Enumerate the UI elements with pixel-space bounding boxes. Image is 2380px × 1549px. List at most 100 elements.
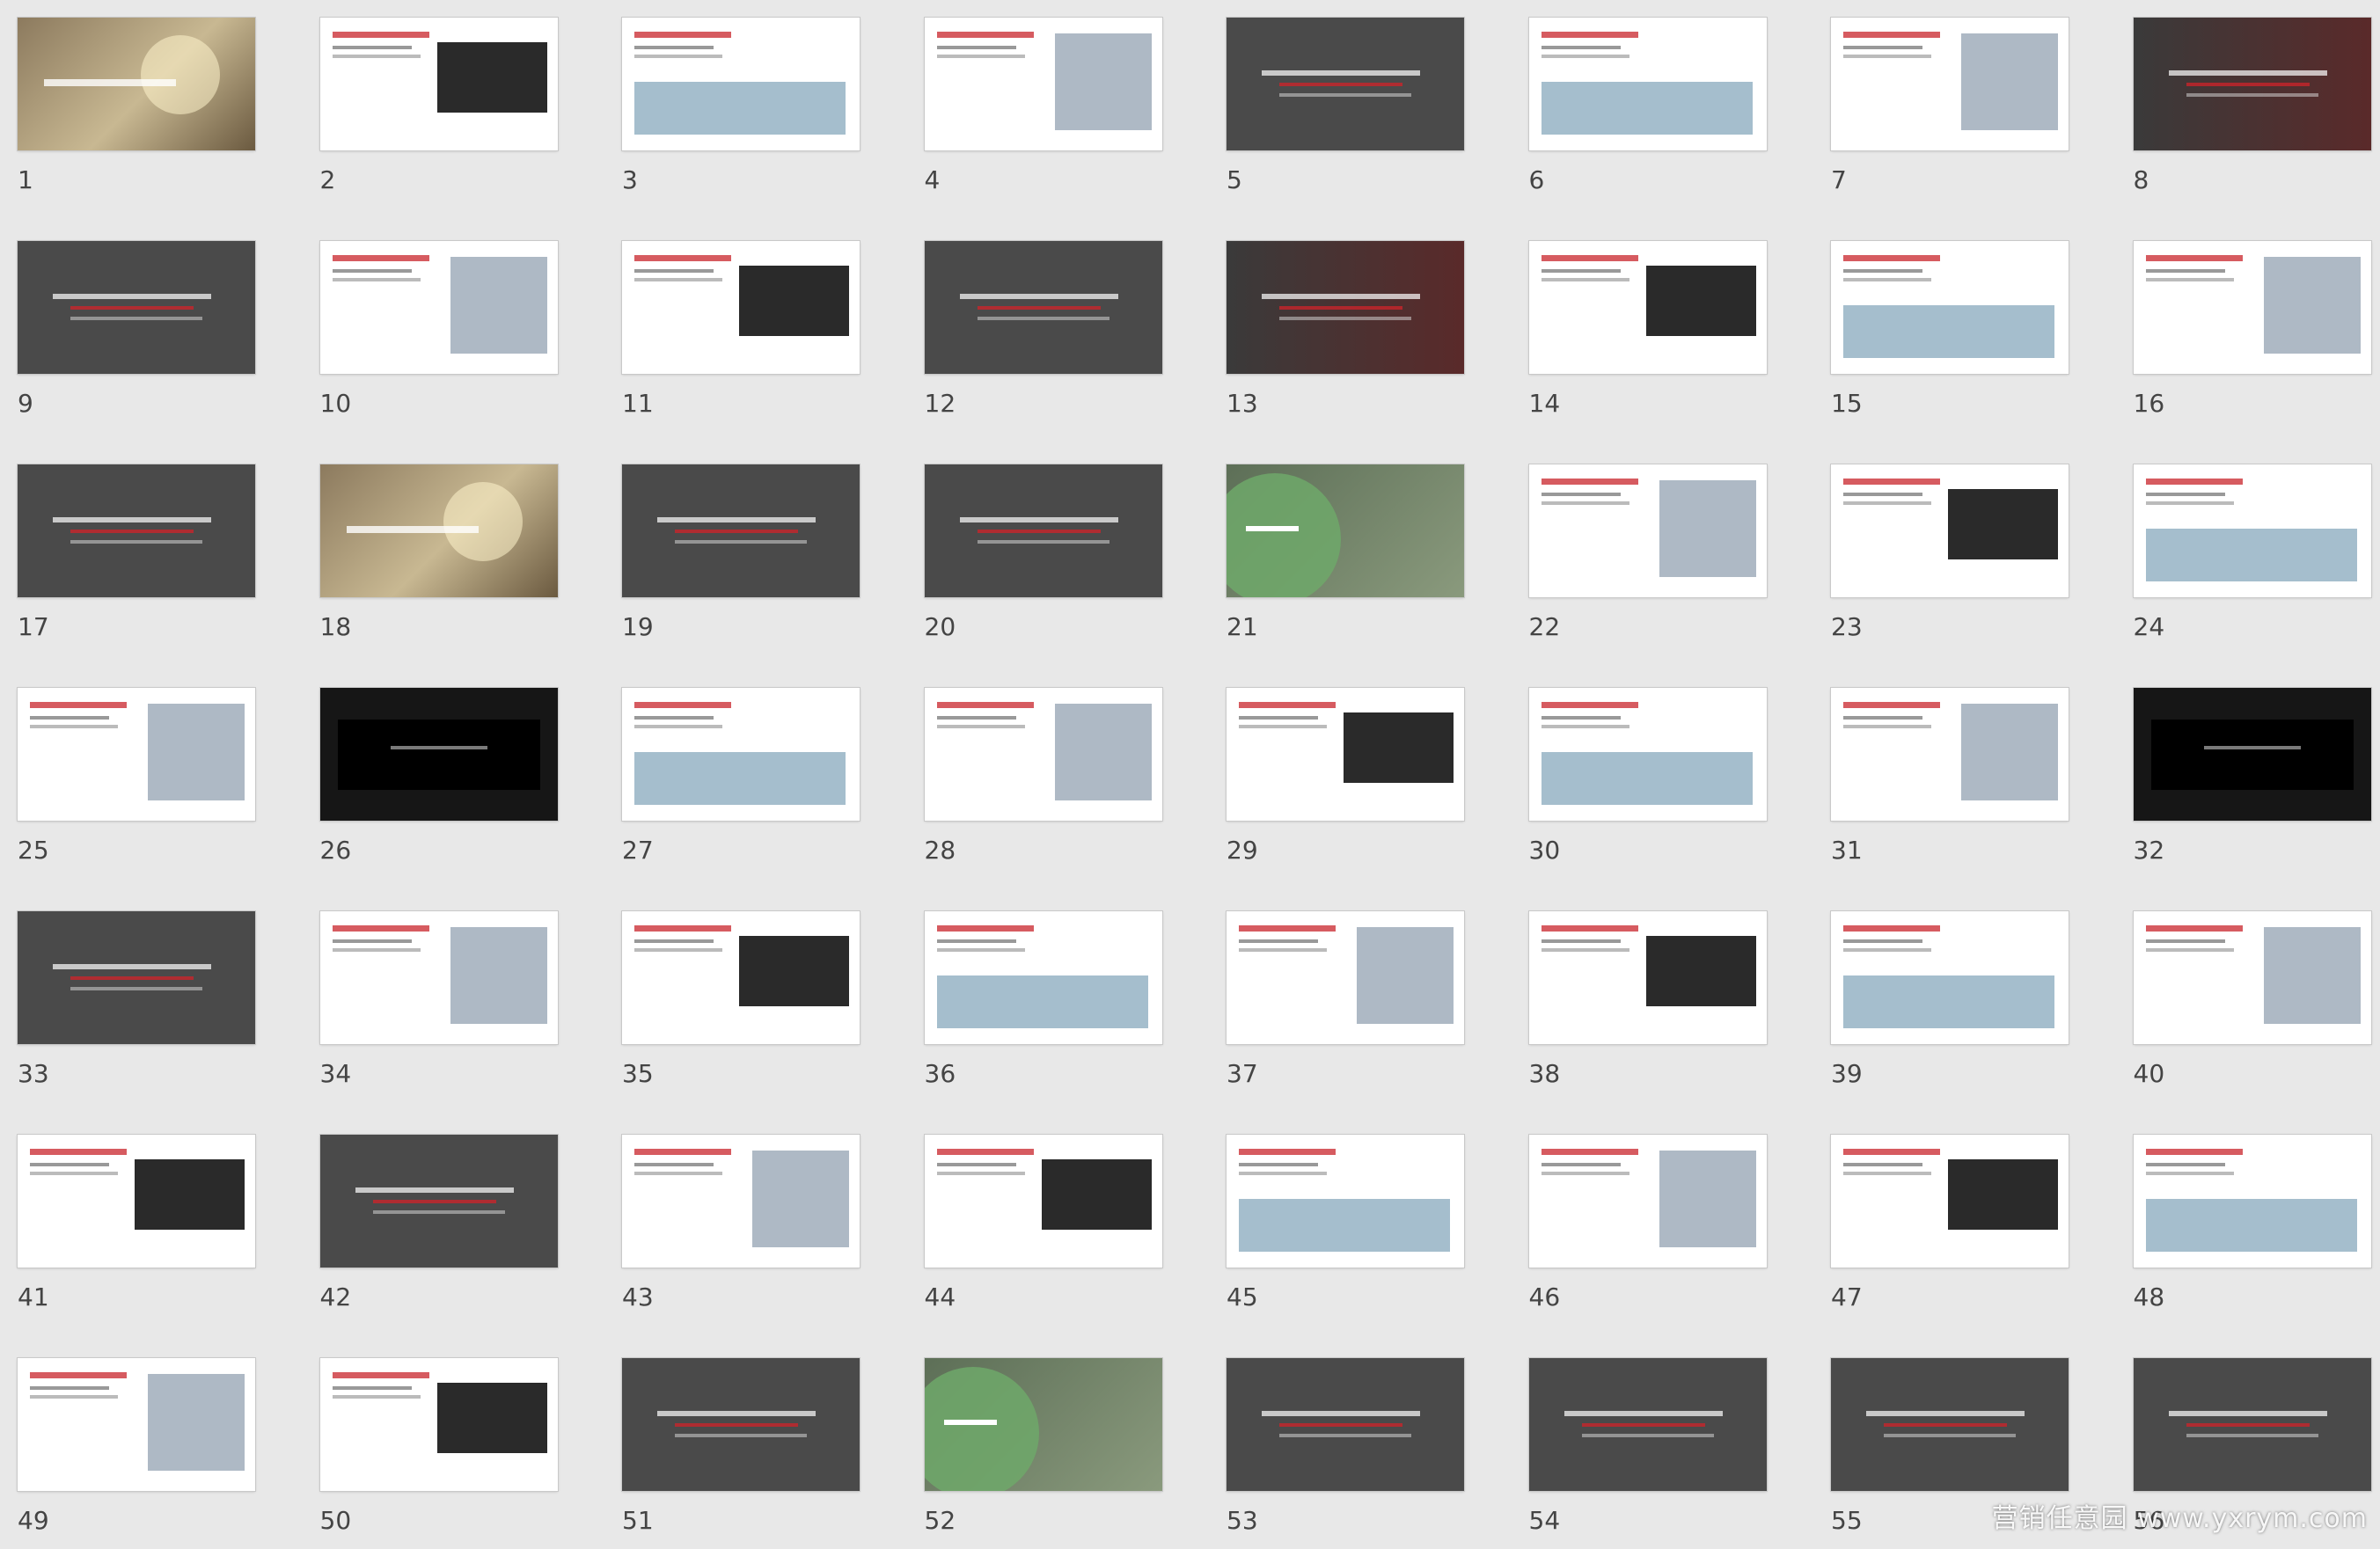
slide-thumbnail[interactable] bbox=[924, 911, 1162, 1044]
slide-thumbnail[interactable] bbox=[622, 688, 860, 821]
slide-thumbnail[interactable] bbox=[319, 688, 558, 821]
slide-cell[interactable]: 23 bbox=[1813, 447, 2069, 655]
slide-cell[interactable]: 1 bbox=[0, 0, 255, 208]
slide-thumbnail[interactable] bbox=[319, 464, 558, 597]
slide-cell[interactable]: 46 bbox=[1512, 1117, 1767, 1326]
slide-cell[interactable]: 18 bbox=[303, 447, 558, 655]
slide-cell[interactable]: 42 bbox=[303, 1117, 558, 1326]
slide-cell[interactable]: 27 bbox=[604, 670, 860, 879]
slide-cell[interactable]: 51 bbox=[604, 1341, 860, 1549]
slide-cell[interactable]: 41 bbox=[0, 1117, 255, 1326]
slide-thumbnail[interactable] bbox=[924, 464, 1162, 597]
slide-cell[interactable]: 35 bbox=[604, 894, 860, 1102]
slide-thumbnail[interactable] bbox=[622, 1135, 860, 1268]
slide-cell[interactable]: 43 bbox=[604, 1117, 860, 1326]
slide-cell[interactable]: 36 bbox=[907, 894, 1162, 1102]
slide-cell[interactable]: 22 bbox=[1512, 447, 1767, 655]
slide-cell[interactable]: 45 bbox=[1209, 1117, 1464, 1326]
slide-cell[interactable]: 28 bbox=[907, 670, 1162, 879]
slide-thumbnail[interactable] bbox=[924, 18, 1162, 150]
slide-cell[interactable]: 13 bbox=[1209, 223, 1464, 432]
slide-thumbnail[interactable] bbox=[319, 241, 558, 374]
slide-thumbnail[interactable] bbox=[1831, 464, 2069, 597]
slide-cell[interactable]: 50 bbox=[303, 1341, 558, 1549]
slide-thumbnail[interactable] bbox=[924, 1135, 1162, 1268]
slide-thumbnail[interactable] bbox=[622, 18, 860, 150]
slide-thumbnail[interactable] bbox=[1528, 688, 1767, 821]
slide-cell[interactable]: 16 bbox=[2116, 223, 2371, 432]
slide-cell[interactable]: 30 bbox=[1512, 670, 1767, 879]
slide-thumbnail[interactable] bbox=[1227, 688, 1464, 821]
slide-cell[interactable]: 54 bbox=[1512, 1341, 1767, 1549]
slide-cell[interactable]: 32 bbox=[2116, 670, 2371, 879]
slide-cell[interactable]: 21 bbox=[1209, 447, 1464, 655]
slide-thumbnail[interactable] bbox=[18, 241, 255, 374]
slide-cell[interactable]: 37 bbox=[1209, 894, 1464, 1102]
slide-cell[interactable]: 33 bbox=[0, 894, 255, 1102]
slide-thumbnail[interactable] bbox=[2133, 1358, 2371, 1491]
slide-thumbnail[interactable] bbox=[1227, 1358, 1464, 1491]
slide-thumbnail[interactable] bbox=[1831, 911, 2069, 1044]
slide-cell[interactable]: 31 bbox=[1813, 670, 2069, 879]
slide-thumbnail[interactable] bbox=[924, 688, 1162, 821]
slide-thumbnail[interactable] bbox=[2133, 688, 2371, 821]
slide-thumbnail[interactable] bbox=[2133, 18, 2371, 150]
slide-cell[interactable]: 44 bbox=[907, 1117, 1162, 1326]
slide-thumbnail[interactable] bbox=[18, 911, 255, 1044]
slide-thumbnail[interactable] bbox=[2133, 1135, 2371, 1268]
slide-cell[interactable]: 24 bbox=[2116, 447, 2371, 655]
slide-thumbnail[interactable] bbox=[1528, 911, 1767, 1044]
slide-cell[interactable]: 4 bbox=[907, 0, 1162, 208]
slide-cell[interactable]: 2 bbox=[303, 0, 558, 208]
slide-thumbnail[interactable] bbox=[2133, 911, 2371, 1044]
slide-thumbnail[interactable] bbox=[1528, 1135, 1767, 1268]
slide-cell[interactable]: 15 bbox=[1813, 223, 2069, 432]
slide-cell[interactable]: 17 bbox=[0, 447, 255, 655]
slide-cell[interactable]: 10 bbox=[303, 223, 558, 432]
slide-thumbnail[interactable] bbox=[622, 464, 860, 597]
slide-thumbnail[interactable] bbox=[1227, 911, 1464, 1044]
slide-thumbnail[interactable] bbox=[1831, 688, 2069, 821]
slide-cell[interactable]: 12 bbox=[907, 223, 1162, 432]
slide-thumbnail[interactable] bbox=[1528, 18, 1767, 150]
slide-thumbnail[interactable] bbox=[1831, 1135, 2069, 1268]
slide-cell[interactable]: 38 bbox=[1512, 894, 1767, 1102]
slide-cell[interactable]: 48 bbox=[2116, 1117, 2371, 1326]
slide-cell[interactable]: 5 bbox=[1209, 0, 1464, 208]
slide-cell[interactable]: 19 bbox=[604, 447, 860, 655]
slide-thumbnail[interactable] bbox=[1831, 241, 2069, 374]
slide-thumbnail[interactable] bbox=[18, 688, 255, 821]
slide-thumbnail[interactable] bbox=[924, 1358, 1162, 1491]
slide-thumbnail[interactable] bbox=[1831, 1358, 2069, 1491]
slide-thumbnail[interactable] bbox=[1528, 1358, 1767, 1491]
slide-cell[interactable]: 40 bbox=[2116, 894, 2371, 1102]
slide-cell[interactable]: 3 bbox=[604, 0, 860, 208]
slide-cell[interactable]: 49 bbox=[0, 1341, 255, 1549]
slide-cell[interactable]: 53 bbox=[1209, 1341, 1464, 1549]
slide-cell[interactable]: 14 bbox=[1512, 223, 1767, 432]
slide-thumbnail[interactable] bbox=[622, 241, 860, 374]
slide-thumbnail[interactable] bbox=[622, 1358, 860, 1491]
slide-thumbnail[interactable] bbox=[2133, 241, 2371, 374]
slide-cell[interactable]: 9 bbox=[0, 223, 255, 432]
slide-thumbnail[interactable] bbox=[18, 18, 255, 150]
slide-cell[interactable]: 47 bbox=[1813, 1117, 2069, 1326]
slide-cell[interactable]: 26 bbox=[303, 670, 558, 879]
slide-thumbnail[interactable] bbox=[18, 464, 255, 597]
slide-thumbnail[interactable] bbox=[1227, 464, 1464, 597]
slide-cell[interactable]: 25 bbox=[0, 670, 255, 879]
slide-thumbnail[interactable] bbox=[1528, 241, 1767, 374]
slide-thumbnail[interactable] bbox=[1528, 464, 1767, 597]
slide-thumbnail[interactable] bbox=[319, 18, 558, 150]
slide-cell[interactable]: 39 bbox=[1813, 894, 2069, 1102]
slide-cell[interactable]: 20 bbox=[907, 447, 1162, 655]
slide-thumbnail[interactable] bbox=[1227, 241, 1464, 374]
slide-thumbnail[interactable] bbox=[18, 1135, 255, 1268]
slide-thumbnail[interactable] bbox=[319, 1135, 558, 1268]
slide-thumbnail[interactable] bbox=[924, 241, 1162, 374]
slide-thumbnail[interactable] bbox=[18, 1358, 255, 1491]
slide-thumbnail[interactable] bbox=[1831, 18, 2069, 150]
slide-thumbnail[interactable] bbox=[319, 911, 558, 1044]
slide-cell[interactable]: 34 bbox=[303, 894, 558, 1102]
slide-cell[interactable]: 52 bbox=[907, 1341, 1162, 1549]
